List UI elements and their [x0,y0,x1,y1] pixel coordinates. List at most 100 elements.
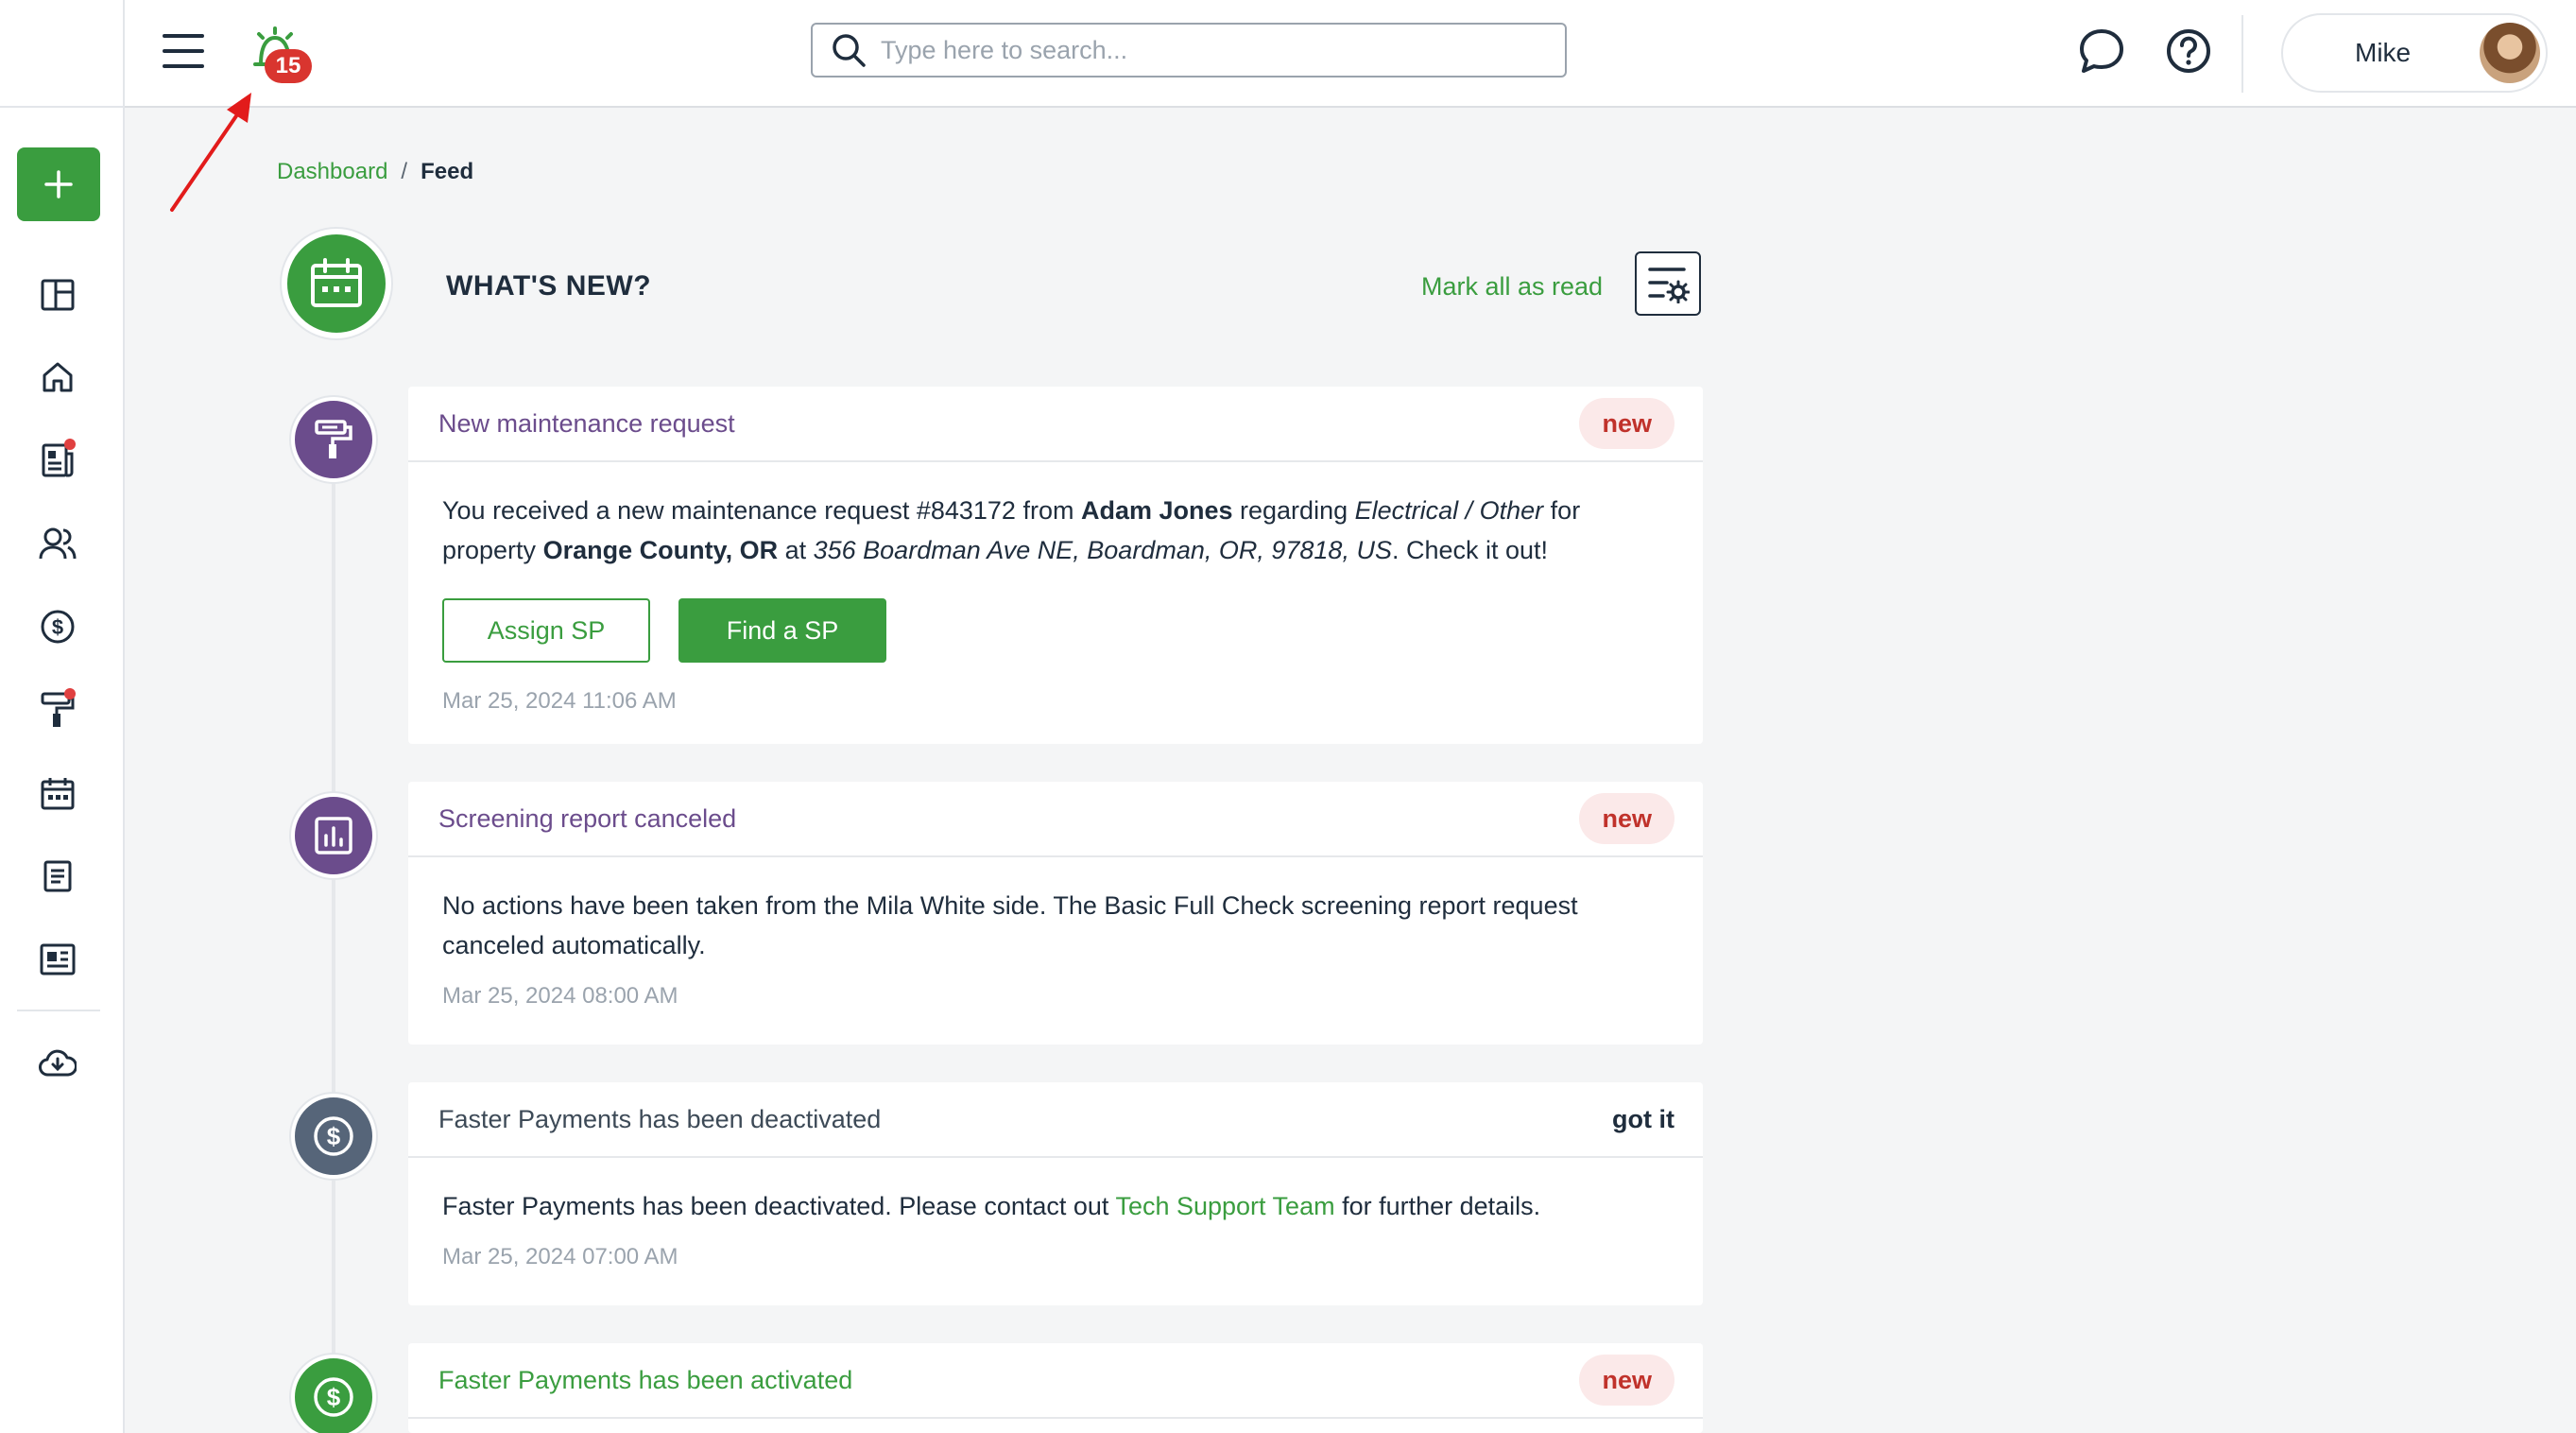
bar-chart-icon [315,817,352,855]
timeline-icon-screening [291,793,376,878]
sidebar-item-home[interactable] [36,355,79,399]
feed-card: Faster Payments has been activated new [408,1343,1703,1433]
messages-button[interactable] [2077,26,2126,76]
message-text: . Check it out! [1391,536,1549,564]
feed-card-body: You received a new maintenance request #… [408,462,1703,721]
annotation-arrow-icon [170,93,251,212]
dollar-icon: $ [314,1377,353,1417]
property-name: Orange County, OR [542,536,779,564]
svg-text:$: $ [327,1122,341,1150]
feed-card: Screening report canceled new No actions… [408,782,1703,1045]
feed-card-body: No actions have been taken from the Mila… [408,857,1703,1016]
feed-card-title: Faster Payments has been activated [438,1365,853,1394]
top-bar: 15 Mike [125,0,2576,108]
sidebar: $ [0,0,125,1433]
avatar [2480,23,2540,83]
feed-card-header[interactable]: New maintenance request new [408,387,1703,462]
hamburger-icon [163,34,204,68]
timeline-line [332,440,335,1433]
breadcrumb-separator: / [401,159,408,184]
sidebar-divider [17,1010,100,1011]
calendar-icon [311,258,362,307]
document-icon [43,860,72,892]
newspaper-icon [40,943,76,975]
timestamp: Mar 25, 2024 11:06 AM [442,688,677,714]
request-category: Electrical / Other [1354,496,1544,525]
search-bar [811,23,1567,78]
feed-card-title: New maintenance request [438,408,735,438]
timestamp: Mar 25, 2024 07:00 AM [442,1244,678,1269]
sidebar-item-dashboard[interactable] [36,273,79,317]
feed-card-actions: Assign SP Find a SP [442,598,1669,663]
feed-card-header[interactable]: Faster Payments has been activated new [408,1343,1703,1419]
feed-settings-button[interactable] [1635,251,1701,316]
sidebar-item-download[interactable] [36,1041,79,1084]
feed-card-message: Faster Payments has been deactivated. Pl… [442,1186,1669,1226]
chat-bubble-icon [2080,29,2123,73]
people-icon [39,527,77,560]
sidebar-item-calendar[interactable] [36,771,79,815]
timeline-icon-payments-activated: $ [291,1355,376,1433]
mark-all-read-button[interactable]: Mark all as read [1421,272,1603,302]
dollar-icon: $ [314,1116,353,1156]
breadcrumb-current: Feed [421,159,474,184]
sidebar-item-people[interactable] [36,522,79,565]
help-circle-icon [2167,29,2210,73]
breadcrumb-dashboard-link[interactable]: Dashboard [277,159,387,185]
status-badge: got it [1612,1104,1674,1133]
status-badge: new [1579,793,1674,844]
status-badge: new [1579,398,1674,449]
tech-support-link[interactable]: Tech Support Team [1115,1192,1334,1220]
calendar-icon [41,778,75,810]
list-settings-icon [1648,268,1690,303]
status-badge: new [1579,1355,1674,1406]
page-title: WHAT'S NEW? [446,270,652,302]
cloud-download-icon [39,1049,77,1077]
paint-roller-icon [315,420,352,458]
notification-dot [64,439,76,450]
feed-card-title: Screening report canceled [438,803,737,833]
svg-text:$: $ [52,615,63,639]
user-name: Mike [2355,38,2412,67]
sidebar-item-listings[interactable] [36,938,79,981]
message-text: Faster Payments has been deactivated. Pl… [442,1192,1116,1220]
sidebar-item-finance[interactable]: $ [36,605,79,648]
search-input[interactable] [881,35,1542,65]
message-text: for further details. [1334,1192,1541,1220]
home-icon [43,362,73,392]
message-text: regarding [1232,496,1355,525]
property-address: 356 Boardman Ave NE, Boardman, OR, 97818… [813,536,1392,564]
add-new-button[interactable] [17,147,100,221]
menu-toggle-button[interactable] [163,32,204,70]
feed-card-message: No actions have been taken from the Mila… [442,891,1578,959]
topbar-divider [2241,15,2243,93]
feed-header-icon [282,229,391,338]
feed-card-body: Faster Payments has been deactivated. Pl… [408,1158,1703,1277]
feed-card-header[interactable]: Screening report canceled new [408,782,1703,857]
help-button[interactable] [2164,26,2213,76]
dashboard-grid-icon [41,279,75,311]
user-menu-button[interactable]: Mike [2281,13,2548,93]
dollar-icon: $ [41,610,75,644]
sidebar-item-reports[interactable] [36,439,79,482]
find-sp-button[interactable]: Find a SP [678,598,886,663]
timestamp: Mar 25, 2024 08:00 AM [442,983,678,1009]
svg-text:$: $ [327,1383,341,1411]
feed-card: New maintenance request new You received… [408,387,1703,744]
sidebar-item-documents[interactable] [36,855,79,898]
assign-sp-button[interactable]: Assign SP [442,598,650,663]
plus-icon [44,170,73,199]
feed-card-header[interactable]: Faster Payments has been deactivated got… [408,1082,1703,1158]
breadcrumb: Dashboard / Feed [277,159,473,185]
sidebar-header [0,0,123,108]
sidebar-item-maintenance[interactable] [36,688,79,732]
search-icon [833,34,866,67]
message-text: You received a new maintenance request #… [442,496,1081,525]
notification-dot [64,688,76,699]
message-text: at [778,536,814,564]
timeline-icon-payments: $ [291,1094,376,1179]
feed-card-message: You received a new maintenance request #… [442,491,1669,570]
feed-card-title: Faster Payments has been deactivated [438,1104,882,1133]
timeline-icon-maintenance [291,397,376,482]
tenant-name: Adam Jones [1080,496,1233,525]
